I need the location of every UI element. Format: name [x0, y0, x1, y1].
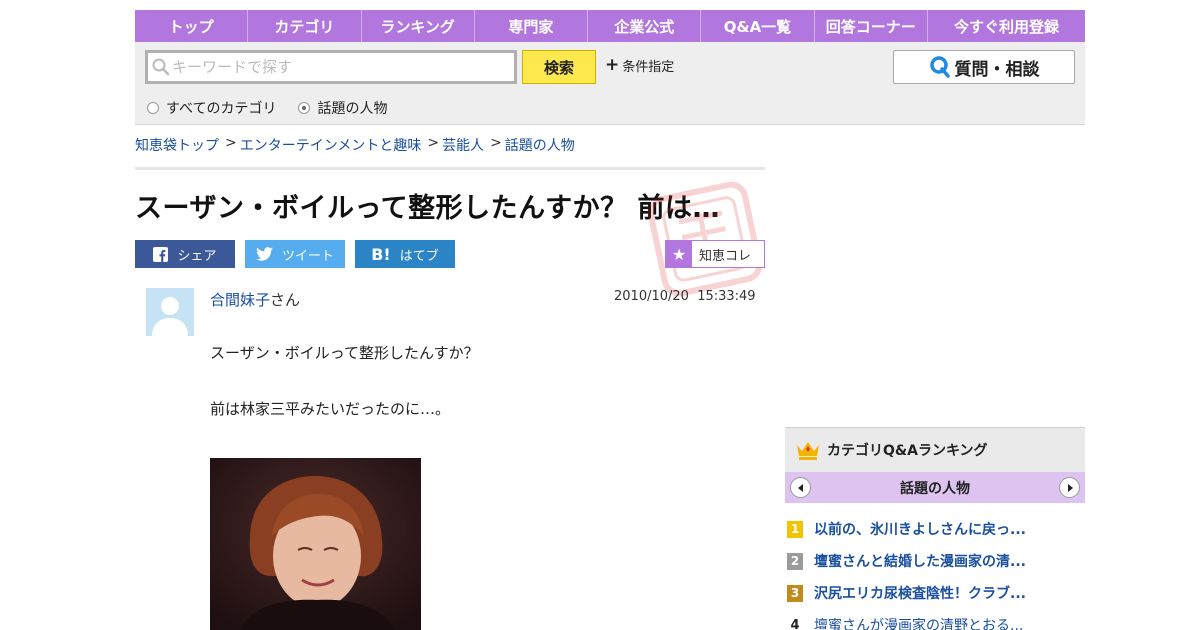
nav-experts[interactable]: 専門家 — [475, 10, 589, 42]
breadcrumb: 知恵袋トップ > エンターテインメントと趣味 > 芸能人 > 話題の人物 — [135, 135, 575, 155]
radio-topic-label: 話題の人物 — [317, 101, 388, 117]
search-button[interactable]: 検索 — [522, 50, 596, 84]
rank-badge: 2 — [787, 552, 803, 570]
radio-all-label: すべてのカテゴリ — [166, 101, 277, 117]
author-link[interactable]: 合間妹子 — [210, 291, 270, 309]
radio-all-indicator[interactable] — [147, 102, 159, 114]
nav-qa-list[interactable]: Q&A一覧 — [701, 10, 815, 42]
chie-collection-button[interactable]: ★ 知恵コレ — [665, 240, 765, 268]
ranking-item-link[interactable]: 以前の、氷川きよしさんに戻っ... — [814, 519, 1026, 539]
twitter-share-label: ツイート — [281, 248, 334, 264]
question-body-line-1: スーザン・ボイルって整形したんすか？ — [210, 344, 479, 362]
question-body-line-2: 前は林家三平みたいだったのに…。 — [210, 400, 451, 418]
radio-all-categories[interactable]: すべてのカテゴリ — [147, 98, 276, 118]
search-icon — [152, 58, 170, 76]
avatar-icon — [146, 288, 194, 336]
hatena-icon: B! — [371, 244, 391, 264]
search-box — [145, 50, 517, 84]
ranking-title: カテゴリQ&Aランキング — [827, 443, 988, 459]
ranking-item[interactable]: 3 沢尻エリカ尿検査陰性！クラブ... — [785, 577, 1085, 609]
crumb-chiebukuro-top[interactable]: 知恵袋トップ — [135, 135, 219, 155]
facebook-share-button[interactable]: シェア — [135, 240, 235, 268]
nav-top[interactable]: トップ — [135, 10, 249, 42]
global-nav: トップ カテゴリ ランキング 専門家 企業公式 Q&A一覧 回答コーナー 今すぐ… — [135, 10, 1085, 42]
ranking-next-button[interactable] — [1059, 477, 1080, 498]
nav-official[interactable]: 企業公式 — [588, 10, 702, 42]
chie-collection-label: 知恵コレ — [699, 248, 752, 264]
facebook-share-label: シェア — [177, 248, 217, 264]
twitter-share-button[interactable]: ツイート — [245, 240, 345, 268]
ranking-item-link[interactable]: 沢尻エリカ尿検査陰性！クラブ... — [814, 583, 1026, 603]
search-input[interactable] — [172, 58, 492, 76]
star-icon: ★ — [666, 241, 692, 267]
crumb-celebrities[interactable]: 芸能人 — [442, 135, 484, 155]
author-suffix: さん — [270, 291, 301, 309]
ranking-item[interactable]: 2 壇蜜さんと結婚した漫画家の清... — [785, 545, 1085, 577]
ranking-item-link[interactable]: 壇蜜さんが漫画家の清野とおる... — [814, 615, 1023, 630]
ranking-category-label: 話題の人物 — [900, 480, 970, 497]
avatar[interactable] — [146, 288, 194, 336]
chevron-left-icon — [797, 483, 803, 492]
crumb-separator: > — [427, 135, 440, 151]
ranking-category-tab: 話題の人物 — [785, 472, 1085, 503]
ranking-prev-button[interactable] — [790, 477, 811, 498]
crumb-separator: > — [225, 135, 237, 151]
q-icon — [929, 56, 950, 78]
rank-badge: 4 — [790, 617, 800, 630]
condition-label: 条件指定 — [622, 60, 675, 75]
twitter-icon — [256, 247, 273, 261]
post-date: 2010/10/20 15:33:49 — [614, 289, 756, 304]
nav-answer-corner[interactable]: 回答コーナー — [815, 10, 928, 42]
condition-link[interactable]: + 条件指定 — [605, 55, 675, 76]
rank-badge: 1 — [787, 520, 803, 538]
ask-question-label: 質問・相談 — [954, 59, 1040, 80]
hatena-bookmark-button[interactable]: B! はてブ — [355, 240, 455, 268]
nav-register[interactable]: 今すぐ利用登録 — [928, 10, 1085, 42]
crumb-topic-people[interactable]: 話題の人物 — [505, 135, 575, 155]
divider — [135, 167, 765, 170]
facebook-icon — [153, 246, 169, 262]
ask-question-button[interactable]: 質問・相談 — [893, 50, 1075, 84]
crumb-entertainment[interactable]: エンターテインメントと趣味 — [240, 135, 422, 155]
question-author: 合間妹子さん — [210, 289, 300, 310]
ranking-header: カテゴリQ&Aランキング — [785, 427, 1085, 472]
nav-category[interactable]: カテゴリ — [248, 10, 362, 42]
nav-ranking[interactable]: ランキング — [362, 10, 475, 42]
ranking-item[interactable]: 1 以前の、氷川きよしさんに戻っ... — [785, 513, 1085, 545]
search-area: 検索 + 条件指定 すべてのカテゴリ 話題の人物 質問・相談 — [135, 42, 1085, 125]
ranking-item[interactable]: 4 壇蜜さんが漫画家の清野とおる... — [785, 609, 1085, 630]
rank-badge: 3 — [787, 584, 803, 602]
crown-icon — [797, 442, 819, 460]
question-photo[interactable] — [210, 458, 421, 630]
ranking-item-link[interactable]: 壇蜜さんと結婚した漫画家の清... — [814, 551, 1026, 571]
plus-icon: + — [605, 55, 620, 75]
question-title: スーザン・ボイルって整形したんすか？ 前は… — [135, 193, 720, 224]
radio-topic-indicator[interactable] — [298, 102, 311, 114]
ranking-list: 1 以前の、氷川きよしさんに戻っ... 2 壇蜜さんと結婚した漫画家の清... … — [785, 513, 1085, 630]
category-radios: すべてのカテゴリ 話題の人物 — [147, 98, 409, 118]
crumb-separator: > — [490, 135, 502, 151]
radio-topic-category[interactable]: 話題の人物 — [298, 98, 387, 118]
hatena-bookmark-label: はてブ — [399, 248, 439, 264]
chevron-right-icon — [1067, 483, 1073, 492]
